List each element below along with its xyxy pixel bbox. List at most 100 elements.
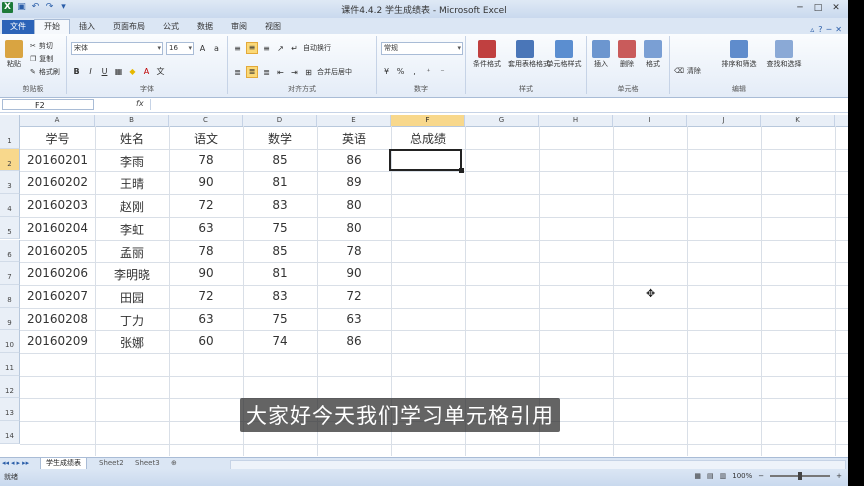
table-cell[interactable]: 72 — [317, 289, 391, 303]
percent-icon[interactable]: % — [395, 66, 406, 77]
zoom-level[interactable]: 100% — [732, 472, 752, 480]
header-cell[interactable]: 姓名 — [95, 130, 169, 147]
increase-font-icon[interactable]: A — [197, 43, 208, 54]
cell-styles-button[interactable]: 单元格样式 — [546, 40, 582, 69]
align-bottom-icon[interactable]: ≡ — [261, 43, 272, 54]
table-cell[interactable]: 20160202 — [20, 175, 95, 189]
table-cell[interactable]: 63 — [169, 221, 243, 235]
table-cell[interactable]: 20160208 — [20, 312, 95, 326]
table-cell[interactable]: 李明晓 — [95, 266, 169, 283]
row-header-12[interactable]: 12 — [0, 375, 20, 399]
table-cell[interactable]: 78 — [169, 153, 243, 167]
table-cell[interactable]: 74 — [243, 334, 317, 348]
row-header-8[interactable]: 8 — [0, 284, 20, 308]
zoom-slider[interactable] — [770, 472, 831, 480]
tab-file[interactable]: 文件 — [2, 20, 34, 34]
table-cell[interactable]: 孟丽 — [95, 244, 169, 261]
merge-center-button[interactable]: 合并后居中 — [317, 67, 352, 77]
align-center-icon[interactable]: ≣ — [246, 66, 258, 78]
active-cell-outline[interactable] — [389, 149, 462, 171]
underline-icon[interactable]: U — [99, 66, 110, 77]
table-cell[interactable]: 张娜 — [95, 334, 169, 351]
table-cell[interactable]: 89 — [317, 175, 391, 189]
sheet-tab-3[interactable]: Sheet3 — [130, 458, 165, 469]
table-cell[interactable]: 20160205 — [20, 244, 95, 258]
merge-icon[interactable]: ⊞ — [303, 67, 314, 78]
close-button[interactable]: ✕ — [828, 1, 844, 15]
table-cell[interactable]: 63 — [317, 312, 391, 326]
table-cell[interactable]: 90 — [169, 175, 243, 189]
table-cell[interactable]: 80 — [317, 221, 391, 235]
delete-cells-button[interactable]: 删除 — [615, 40, 639, 69]
table-cell[interactable]: 75 — [243, 312, 317, 326]
row-header-13[interactable]: 13 — [0, 398, 20, 422]
row-header-1[interactable]: 1 — [0, 126, 20, 149]
table-cell[interactable]: 80 — [317, 198, 391, 212]
tab-formulas[interactable]: 公式 — [154, 20, 188, 34]
find-select-button[interactable]: 查找和选择 — [764, 40, 804, 69]
column-header-c[interactable]: C — [169, 115, 243, 126]
column-header-f[interactable]: F — [391, 115, 465, 126]
table-cell[interactable]: 90 — [169, 266, 243, 280]
column-header-h[interactable]: H — [539, 115, 613, 126]
row-header-11[interactable]: 11 — [0, 353, 20, 376]
row-header-9[interactable]: 9 — [0, 307, 20, 331]
align-middle-icon[interactable]: ≡ — [246, 42, 258, 54]
table-cell[interactable]: 85 — [243, 244, 317, 258]
column-header-b[interactable]: B — [95, 115, 169, 126]
increase-decimal-icon[interactable]: ⁺ — [423, 66, 434, 77]
column-header-a[interactable]: A — [20, 115, 95, 126]
sheet-tab-2[interactable]: Sheet2 — [94, 458, 129, 469]
paste-button[interactable]: 粘贴 — [2, 40, 26, 69]
insert-cells-button[interactable]: 插入 — [589, 40, 613, 69]
table-cell[interactable]: 85 — [243, 153, 317, 167]
number-format-select[interactable]: 常规 — [381, 42, 463, 55]
copy-button[interactable]: ❐ 复制 — [30, 54, 53, 64]
help-icon[interactable]: ? — [818, 25, 822, 34]
orientation-icon[interactable]: ↗ — [275, 43, 286, 54]
table-cell[interactable]: 72 — [169, 198, 243, 212]
table-cell[interactable]: 60 — [169, 334, 243, 348]
minimize-ribbon-icon[interactable]: ▵ — [810, 25, 814, 34]
sort-filter-button[interactable]: 排序和筛选 — [720, 40, 758, 69]
name-box[interactable]: F2 — [2, 99, 94, 110]
table-cell[interactable]: 20160207 — [20, 289, 95, 303]
table-cell[interactable]: 20160201 — [20, 153, 95, 167]
table-cell[interactable]: 王晴 — [95, 175, 169, 192]
font-name-select[interactable]: 宋体 — [71, 42, 163, 55]
next-sheet-icon[interactable]: ▸ — [17, 459, 21, 467]
table-cell[interactable]: 20160206 — [20, 266, 95, 280]
header-cell[interactable]: 学号 — [20, 130, 95, 147]
column-header-d[interactable]: D — [243, 115, 317, 126]
row-header-5[interactable]: 5 — [0, 216, 20, 240]
table-cell[interactable]: 赵刚 — [95, 198, 169, 215]
header-cell[interactable]: 总成绩 — [391, 130, 465, 147]
table-cell[interactable]: 78 — [317, 244, 391, 258]
column-header-j[interactable]: J — [687, 115, 761, 126]
table-cell[interactable]: 75 — [243, 221, 317, 235]
column-header-k[interactable]: K — [761, 115, 835, 126]
table-cell[interactable]: 81 — [243, 175, 317, 189]
row-header-2[interactable]: 2 — [0, 148, 20, 172]
first-sheet-icon[interactable]: ◂◂ — [2, 459, 9, 467]
zoom-in-icon[interactable]: + — [836, 472, 842, 480]
tab-view[interactable]: 视图 — [256, 20, 290, 34]
tab-page-layout[interactable]: 页面布局 — [104, 20, 154, 34]
table-cell[interactable]: 63 — [169, 312, 243, 326]
phonetic-icon[interactable]: 文 — [155, 66, 166, 77]
table-cell[interactable]: 83 — [243, 289, 317, 303]
font-color-icon[interactable]: A — [141, 66, 152, 77]
table-cell[interactable]: 86 — [317, 334, 391, 348]
table-cell[interactable]: 李虹 — [95, 221, 169, 238]
tab-data[interactable]: 数据 — [188, 20, 222, 34]
header-cell[interactable]: 数学 — [243, 130, 317, 147]
comma-icon[interactable]: , — [409, 66, 420, 77]
fill-handle[interactable] — [459, 168, 464, 173]
row-header-6[interactable]: 6 — [0, 239, 20, 263]
align-left-icon[interactable]: ≣ — [232, 67, 243, 78]
table-cell[interactable]: 72 — [169, 289, 243, 303]
header-cell[interactable]: 英语 — [317, 130, 391, 147]
font-size-select[interactable]: 16 — [166, 42, 194, 55]
decrease-decimal-icon[interactable]: ⁻ — [437, 66, 448, 77]
workbook-close-icon[interactable]: ✕ — [835, 25, 842, 34]
